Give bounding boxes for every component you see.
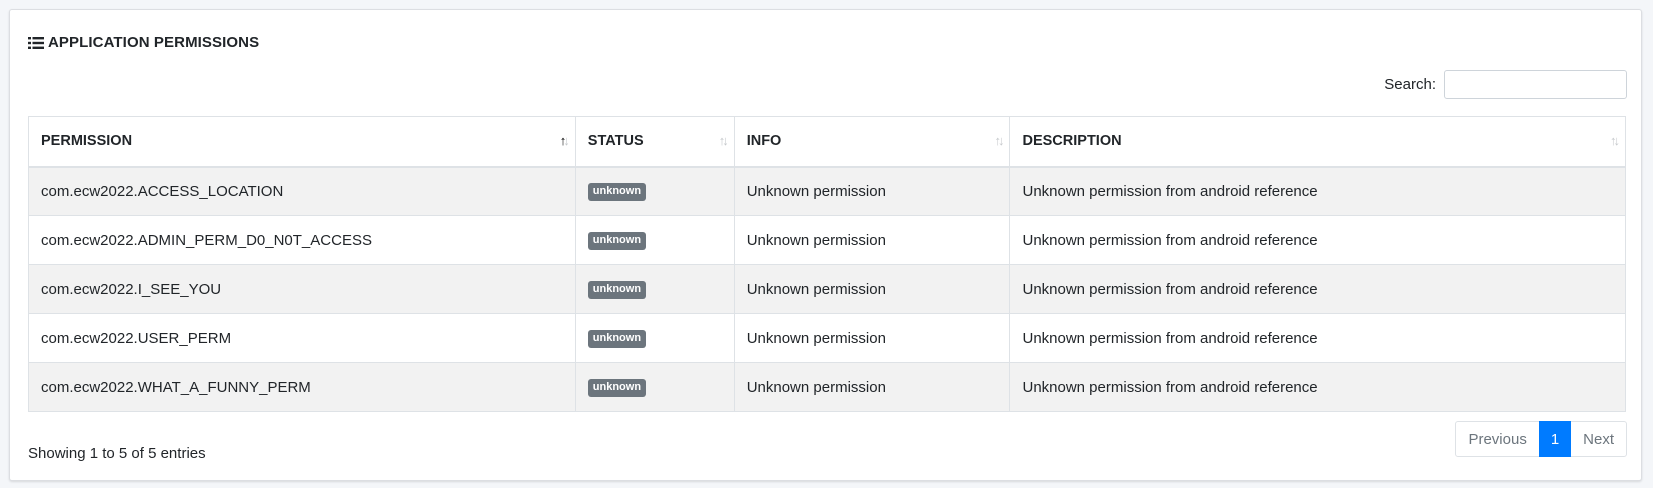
table-header-row: PERMISSION ↑↓ STATUS ↑↓ INFO ↑↓ DESCRIPT… xyxy=(28,116,1626,168)
status-badge: unknown xyxy=(587,183,647,202)
previous-button[interactable]: Previous xyxy=(1455,421,1540,457)
column-header-label: STATUS xyxy=(587,133,644,150)
sort-icon: ↑↓ xyxy=(1610,133,1620,148)
status-badge: unknown xyxy=(587,281,647,299)
status-cell: unknown xyxy=(574,166,735,216)
info-cell: Unknown permission xyxy=(733,215,1011,265)
sort-ascending-icon: ↑↓ xyxy=(559,133,570,148)
card-title-text: APPLICATION PERMISSIONS xyxy=(48,34,260,51)
column-header-info[interactable]: INFO ↑↓ xyxy=(733,116,1011,168)
search-box: Search: xyxy=(1384,70,1627,99)
column-header-label: INFO xyxy=(746,133,782,150)
status-badge: unknown xyxy=(587,379,647,397)
status-cell: unknown xyxy=(574,215,735,265)
next-button[interactable]: Next xyxy=(1570,421,1627,457)
table-info: Showing 1 to 5 of 5 entries xyxy=(28,445,206,462)
column-header-description[interactable]: DESCRIPTION ↑↓ xyxy=(1009,116,1626,168)
search-input[interactable] xyxy=(1444,70,1627,99)
description-cell: Unknown permission from android referenc… xyxy=(1009,362,1626,412)
permission-cell: com.ecw2022.USER_PERM xyxy=(28,313,576,363)
description-cell: Unknown permission from android referenc… xyxy=(1009,166,1626,216)
description-cell: Unknown permission from android referenc… xyxy=(1009,264,1626,314)
info-cell: Unknown permission xyxy=(733,313,1011,363)
status-badge: unknown xyxy=(587,330,647,348)
pagination: Previous 1 Next xyxy=(1455,421,1627,457)
permission-cell: com.ecw2022.ADMIN_PERM_D0_N0T_ACCESS xyxy=(28,215,576,265)
table-row: com.ecw2022.USER_PERM unknown Unknown pe… xyxy=(28,313,1626,363)
table-row: com.ecw2022.I_SEE_YOU unknown Unknown pe… xyxy=(28,264,1626,314)
sort-icon: ↑↓ xyxy=(718,133,729,148)
description-cell: Unknown permission from android referenc… xyxy=(1009,215,1626,265)
status-cell: unknown xyxy=(574,313,735,363)
info-cell: Unknown permission xyxy=(733,264,1011,314)
status-cell: unknown xyxy=(574,264,735,314)
table-row: com.ecw2022.ADMIN_PERM_D0_N0T_ACCESS unk… xyxy=(28,215,1626,265)
search-label: Search: xyxy=(1384,76,1436,93)
permissions-card: APPLICATION PERMISSIONS Search: PERMISSI… xyxy=(9,9,1642,481)
column-header-permission[interactable]: PERMISSION ↑↓ xyxy=(28,116,576,168)
permission-cell: com.ecw2022.I_SEE_YOU xyxy=(28,264,576,314)
table-row: com.ecw2022.WHAT_A_FUNNY_PERM unknown Un… xyxy=(28,362,1626,412)
column-header-status[interactable]: STATUS ↑↓ xyxy=(574,116,735,168)
description-cell: Unknown permission from android referenc… xyxy=(1009,313,1626,363)
permission-cell: com.ecw2022.ACCESS_LOCATION xyxy=(28,166,576,216)
sort-icon: ↑↓ xyxy=(994,133,1004,148)
permission-cell: com.ecw2022.WHAT_A_FUNNY_PERM xyxy=(28,362,576,412)
table-row: com.ecw2022.ACCESS_LOCATION unknown Unkn… xyxy=(28,166,1626,216)
page-1-button[interactable]: 1 xyxy=(1538,421,1572,457)
status-badge: unknown xyxy=(587,232,647,250)
column-header-label: PERMISSION xyxy=(41,133,133,150)
status-cell: unknown xyxy=(574,362,735,412)
info-cell: Unknown permission xyxy=(733,362,1011,412)
column-header-label: DESCRIPTION xyxy=(1022,133,1122,150)
list-icon xyxy=(28,36,44,50)
card-title: APPLICATION PERMISSIONS xyxy=(28,34,259,51)
permissions-table: PERMISSION ↑↓ STATUS ↑↓ INFO ↑↓ DESCRIPT… xyxy=(28,116,1626,412)
info-cell: Unknown permission xyxy=(733,166,1011,216)
